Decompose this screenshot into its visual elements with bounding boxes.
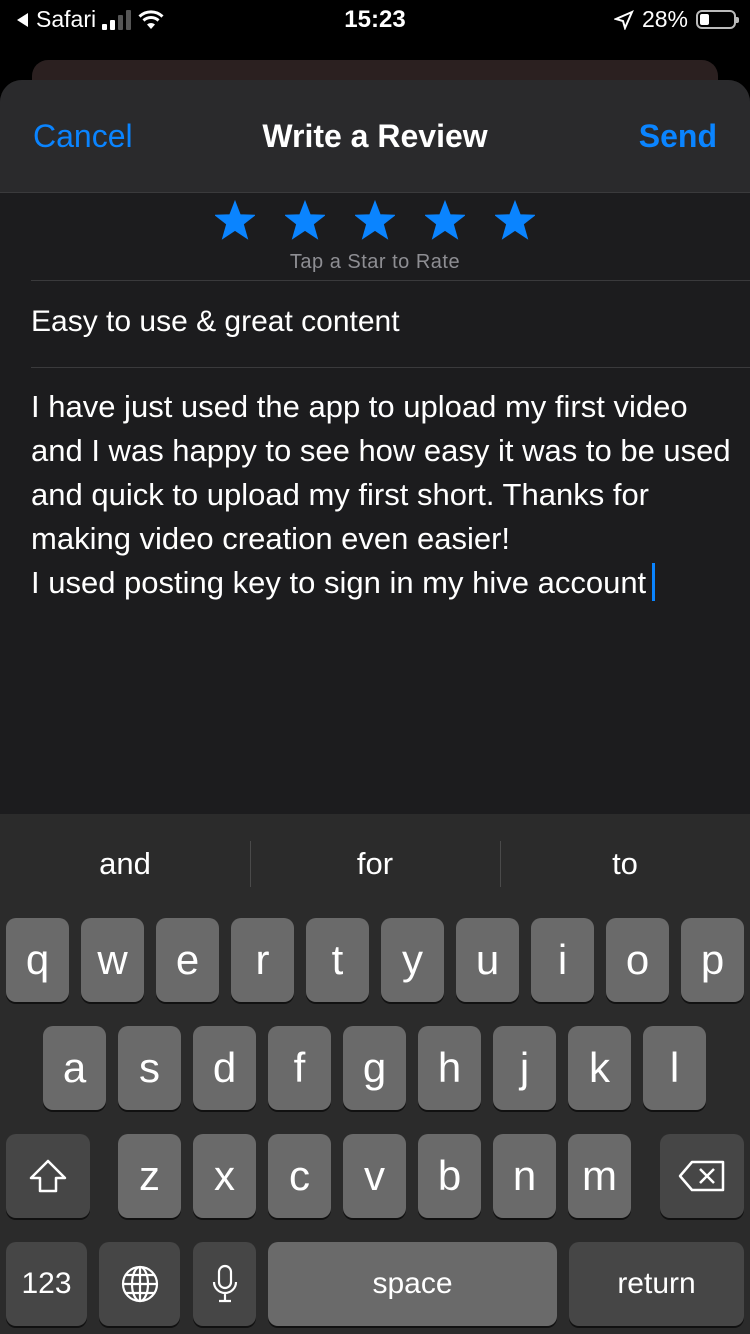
key-c[interactable]: c <box>268 1134 331 1218</box>
key-y[interactable]: y <box>381 918 444 1002</box>
location-icon <box>613 9 634 30</box>
star-icon[interactable] <box>285 200 325 240</box>
page-title: Write a Review <box>262 118 488 154</box>
divider <box>31 280 750 281</box>
key-b[interactable]: b <box>418 1134 481 1218</box>
star-rating <box>0 200 750 240</box>
shift-key[interactable] <box>6 1134 90 1218</box>
space-key[interactable]: space <box>268 1242 557 1326</box>
review-body-field[interactable]: I have just used the app to upload my fi… <box>31 385 741 605</box>
keyboard: and for to qwertyuiop asdfghjkl zxcvbnm 12… <box>0 814 750 1334</box>
backspace-icon <box>678 1160 725 1192</box>
key-x[interactable]: x <box>193 1134 256 1218</box>
review-sheet: Cancel Write a Review Send Tap a Star to… <box>0 80 750 820</box>
star-icon[interactable] <box>215 200 255 240</box>
shift-icon <box>29 1159 67 1193</box>
key-j[interactable]: j <box>493 1026 556 1110</box>
key-o[interactable]: o <box>606 918 669 1002</box>
backspace-key[interactable] <box>660 1134 744 1218</box>
battery-percent: 28% <box>641 6 688 32</box>
key-e[interactable]: e <box>156 918 219 1002</box>
suggestion-2[interactable]: for <box>250 814 500 914</box>
globe-key[interactable] <box>99 1242 180 1326</box>
key-h[interactable]: h <box>418 1026 481 1110</box>
star-icon[interactable] <box>495 200 535 240</box>
key-l[interactable]: l <box>643 1026 706 1110</box>
key-z[interactable]: z <box>118 1134 181 1218</box>
suggestion-3[interactable]: to <box>500 814 750 914</box>
battery-icon <box>696 10 739 29</box>
key-m[interactable]: m <box>568 1134 631 1218</box>
suggestion-bar: and for to <box>0 814 750 914</box>
key-k[interactable]: k <box>568 1026 631 1110</box>
key-s[interactable]: s <box>118 1026 181 1110</box>
status-bar: Safari 15:23 28% <box>0 0 750 40</box>
star-icon[interactable] <box>355 200 395 240</box>
key-u[interactable]: u <box>456 918 519 1002</box>
numbers-key[interactable]: 123 <box>6 1242 87 1326</box>
key-v[interactable]: v <box>343 1134 406 1218</box>
review-body-text: I have just used the app to upload my fi… <box>31 389 731 600</box>
key-r[interactable]: r <box>231 918 294 1002</box>
key-d[interactable]: d <box>193 1026 256 1110</box>
nav-bar: Cancel Write a Review Send <box>0 80 750 193</box>
key-t[interactable]: t <box>306 918 369 1002</box>
key-w[interactable]: w <box>81 918 144 1002</box>
rating-hint: Tap a Star to Rate <box>289 251 461 273</box>
return-key[interactable]: return <box>569 1242 744 1326</box>
microphone-icon <box>212 1264 237 1303</box>
review-title-field[interactable]: Easy to use & great content <box>31 305 400 339</box>
globe-icon <box>121 1265 158 1303</box>
text-cursor <box>652 563 656 601</box>
key-i[interactable]: i <box>531 918 594 1002</box>
divider <box>31 367 750 368</box>
star-icon[interactable] <box>425 200 465 240</box>
key-n[interactable]: n <box>493 1134 556 1218</box>
key-g[interactable]: g <box>343 1026 406 1110</box>
suggestion-1[interactable]: and <box>0 814 250 914</box>
key-f[interactable]: f <box>268 1026 331 1110</box>
key-q[interactable]: q <box>6 918 69 1002</box>
dictation-key[interactable] <box>193 1242 256 1326</box>
key-p[interactable]: p <box>681 918 744 1002</box>
key-a[interactable]: a <box>43 1026 106 1110</box>
send-button[interactable]: Send <box>639 118 717 155</box>
